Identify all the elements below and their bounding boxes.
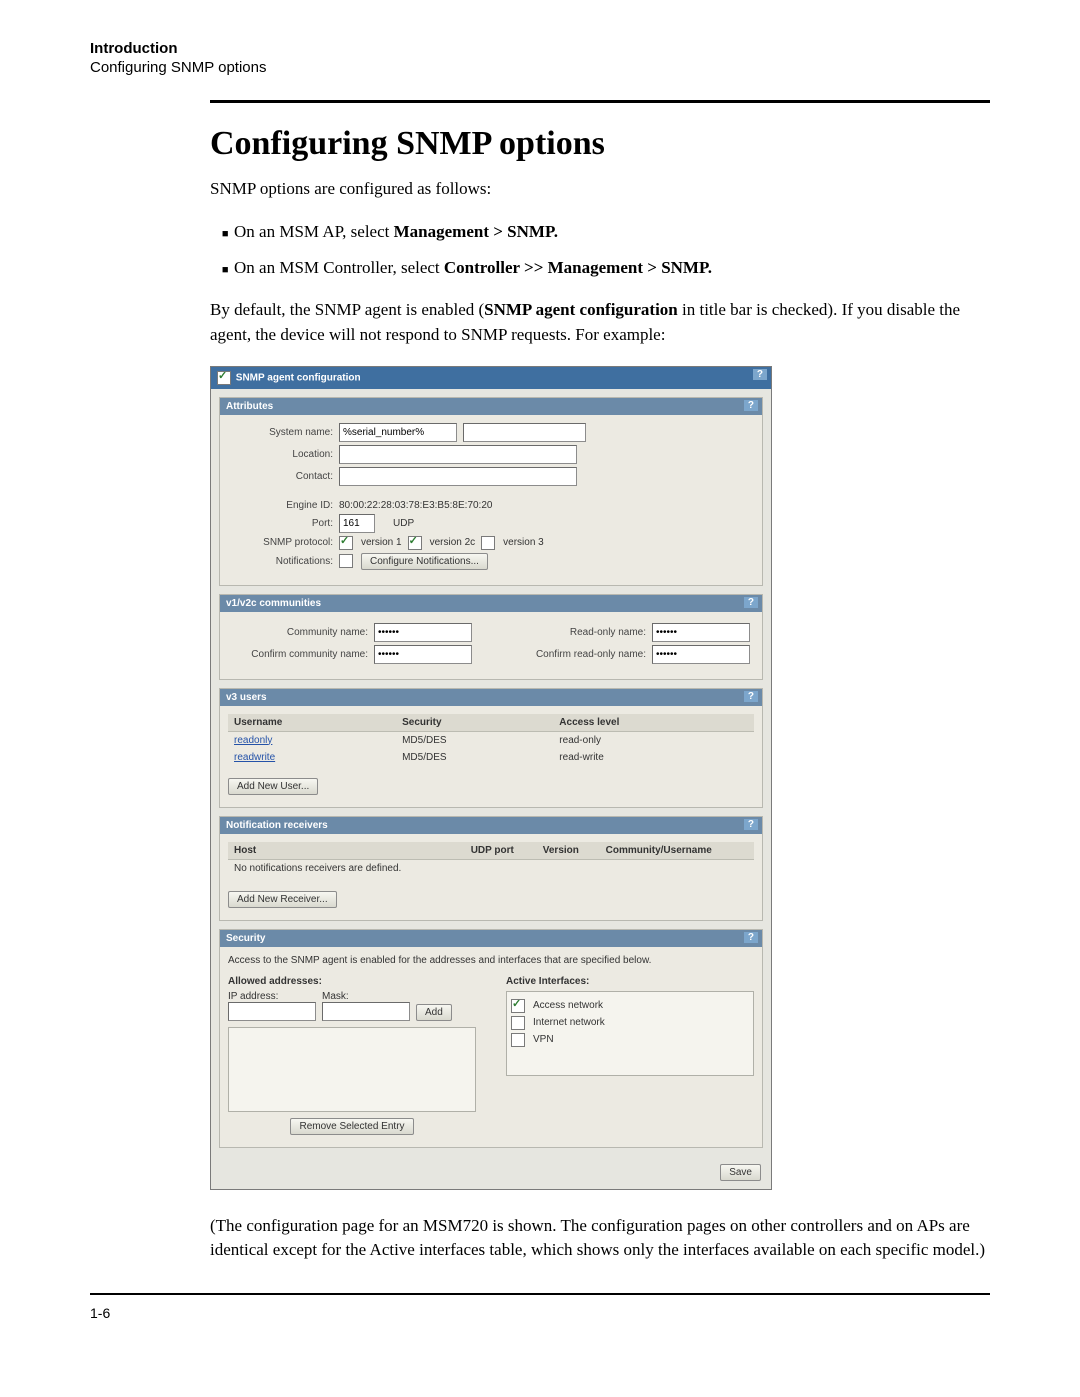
confirm-community-input[interactable] xyxy=(374,645,472,664)
contact-input[interactable] xyxy=(339,467,577,486)
notif-recv-header: Notification receivers ? xyxy=(220,817,762,834)
add-address-button[interactable]: Add xyxy=(416,1004,452,1021)
save-button[interactable]: Save xyxy=(720,1164,761,1181)
help-icon[interactable]: ? xyxy=(744,932,758,943)
section-heading: Configuring SNMP options xyxy=(210,125,990,163)
interfaces-listbox: Access network Internet network VPN xyxy=(506,991,754,1076)
user-link[interactable]: readwrite xyxy=(234,752,275,763)
bullet-bold: Management > SNMP. xyxy=(394,222,558,241)
user-link[interactable]: readonly xyxy=(234,735,272,746)
tail-paragraph: (The configuration page for an MSM720 is… xyxy=(210,1214,990,1263)
notif-recv-table: Host UDP port Version Community/Username xyxy=(228,842,754,860)
paragraph: By default, the SNMP agent is enabled (S… xyxy=(210,298,990,347)
notification-receivers-section: Notification receivers ? Host UDP port V… xyxy=(219,816,763,921)
iface-checkbox[interactable] xyxy=(511,999,525,1013)
help-icon[interactable]: ? xyxy=(744,819,758,830)
attributes-header: Attributes ? xyxy=(220,398,762,415)
notif-empty-text: No notifications receivers are defined. xyxy=(228,860,754,877)
port-proto: UDP xyxy=(393,518,414,529)
attributes-section: Attributes ? System name: Location: Cont… xyxy=(219,397,763,586)
bullet-text: On an MSM AP, select xyxy=(234,222,394,241)
community-input[interactable] xyxy=(374,623,472,642)
v1v2c-header: v1/v2c communities ? xyxy=(220,595,762,612)
help-icon[interactable]: ? xyxy=(744,400,758,411)
bullet-item: On an MSM Controller, select Controller … xyxy=(234,252,990,284)
remove-entry-button[interactable]: Remove Selected Entry xyxy=(290,1118,413,1135)
bullet-list: On an MSM AP, select Management > SNMP. … xyxy=(234,216,990,285)
configure-notifications-button[interactable]: Configure Notifications... xyxy=(361,553,488,570)
bullet-bold: Controller >> Management > SNMP. xyxy=(444,258,712,277)
breadcrumb: Configuring SNMP options xyxy=(90,59,990,76)
help-icon[interactable]: ? xyxy=(744,691,758,702)
security-header: Security ? xyxy=(220,930,762,947)
panel-titlebar: SNMP agent configuration ? xyxy=(211,367,771,389)
table-row: readwrite MD5/DES read-write xyxy=(228,749,754,766)
engine-id-value: 80:00:22:28:03:78:E3:B5:8E:70:20 xyxy=(339,500,492,511)
confirm-readonly-input[interactable] xyxy=(652,645,750,664)
proto-v2c-checkbox[interactable] xyxy=(408,536,422,550)
address-listbox[interactable] xyxy=(228,1027,476,1112)
active-interfaces-header: Active Interfaces: xyxy=(506,976,754,987)
page-number: 1-6 xyxy=(90,1305,990,1321)
bottom-rule xyxy=(90,1293,990,1295)
v3-users-section: v3 users ? Username Security Access leve… xyxy=(219,688,763,808)
system-name-input[interactable] xyxy=(339,423,457,442)
chapter-title: Introduction xyxy=(90,40,990,57)
add-receiver-button[interactable]: Add New Receiver... xyxy=(228,891,337,908)
security-section: Security ? Access to the SNMP agent is e… xyxy=(219,929,763,1148)
top-rule xyxy=(210,100,990,103)
iface-checkbox[interactable] xyxy=(511,1033,525,1047)
mask-input[interactable] xyxy=(322,1002,410,1021)
port-input[interactable] xyxy=(339,514,375,533)
ip-address-input[interactable] xyxy=(228,1002,316,1021)
location-input[interactable] xyxy=(339,445,577,464)
add-user-button[interactable]: Add New User... xyxy=(228,778,318,795)
system-name-extra-input[interactable] xyxy=(463,423,586,442)
security-note: Access to the SNMP agent is enabled for … xyxy=(228,955,754,966)
intro-paragraph: SNMP options are configured as follows: xyxy=(210,177,990,202)
proto-v1-checkbox[interactable] xyxy=(339,536,353,550)
panel-title: SNMP agent configuration xyxy=(236,372,361,383)
table-row: readonly MD5/DES read-only xyxy=(228,731,754,749)
readonly-input[interactable] xyxy=(652,623,750,642)
help-icon[interactable]: ? xyxy=(744,597,758,608)
allowed-addresses-header: Allowed addresses: xyxy=(228,976,476,987)
content-area: Configuring SNMP options SNMP options ar… xyxy=(210,125,990,1263)
bullet-item: On an MSM AP, select Management > SNMP. xyxy=(234,216,990,248)
v3-header: v3 users ? xyxy=(220,689,762,706)
iface-checkbox[interactable] xyxy=(511,1016,525,1030)
v3-users-table: Username Security Access level readonly … xyxy=(228,714,754,766)
help-icon[interactable]: ? xyxy=(753,369,767,380)
agent-enabled-checkbox[interactable] xyxy=(217,371,231,385)
notifications-checkbox[interactable] xyxy=(339,554,353,568)
proto-v3-checkbox[interactable] xyxy=(481,536,495,550)
bullet-text: On an MSM Controller, select xyxy=(234,258,444,277)
v1v2c-section: v1/v2c communities ? Community name: Con… xyxy=(219,594,763,680)
snmp-panel: SNMP agent configuration ? Attributes ? … xyxy=(210,366,772,1190)
page-header: Introduction Configuring SNMP options xyxy=(90,40,990,76)
